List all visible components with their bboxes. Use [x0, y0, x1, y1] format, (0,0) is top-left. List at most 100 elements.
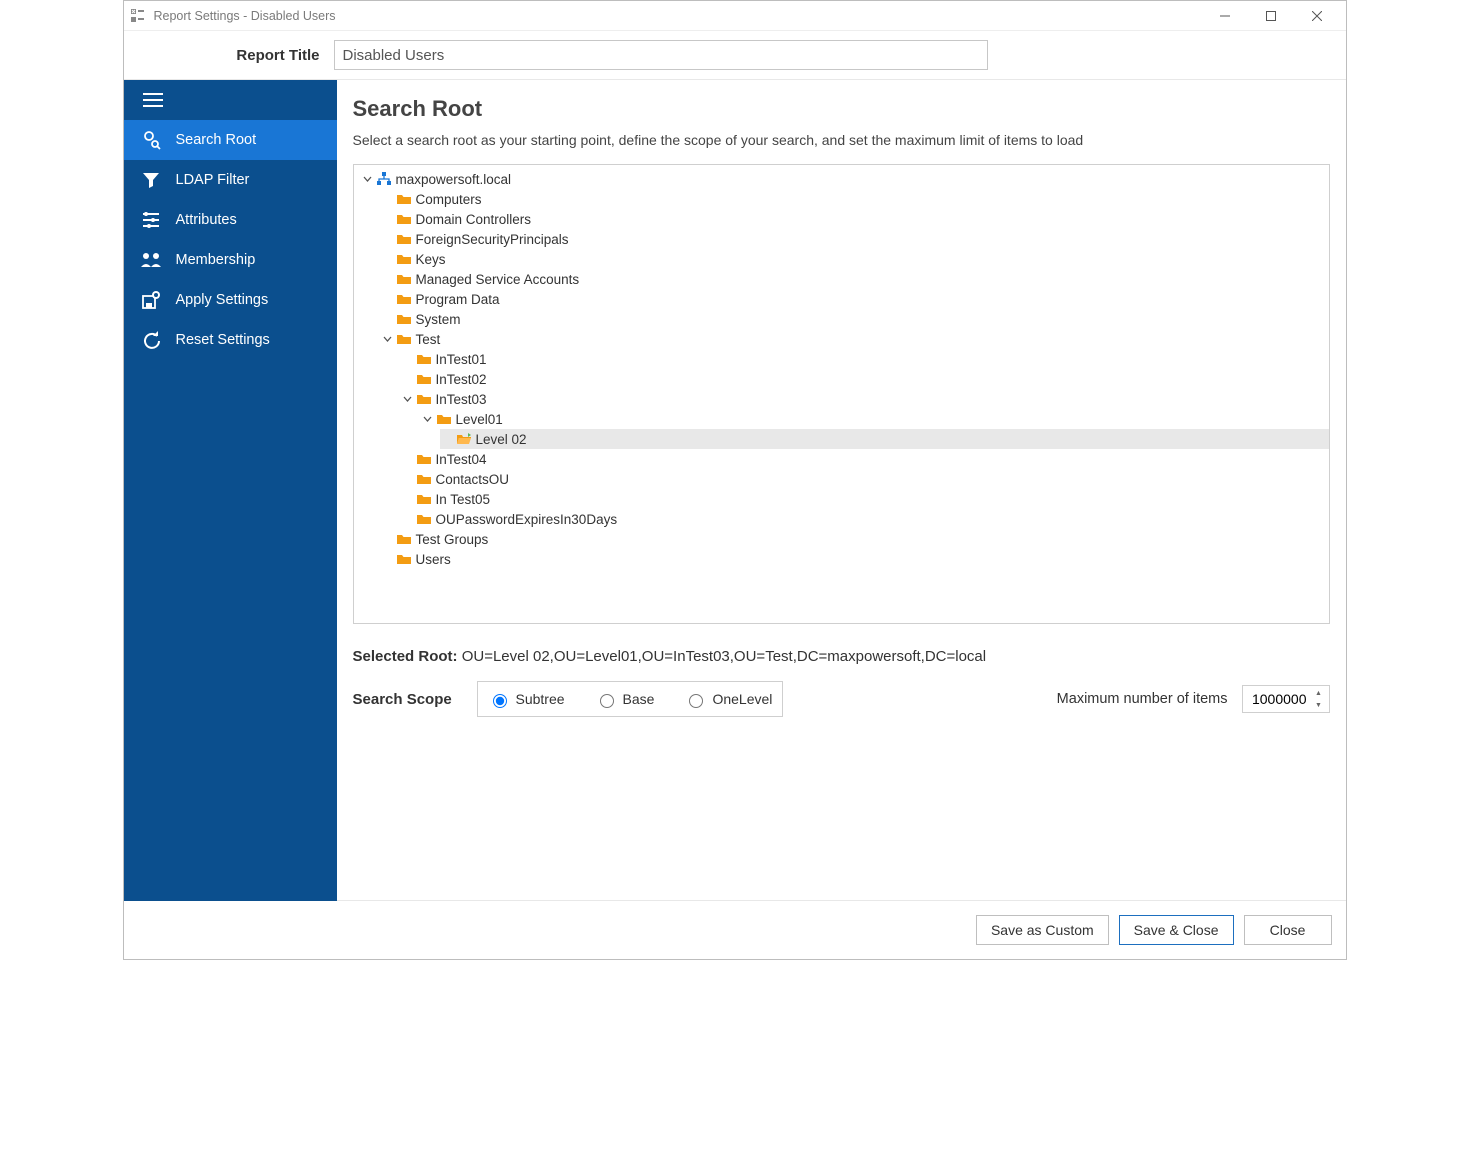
sidebar-item-attributes[interactable]: Attributes — [124, 200, 337, 240]
sidebar-item-search-root[interactable]: Search Root — [124, 120, 337, 160]
tree-node[interactable]: OUPasswordExpiresIn30Days — [400, 509, 1329, 529]
tree-node[interactable]: InTest04 — [400, 449, 1329, 469]
footer: Save as Custom Save & Close Close — [124, 901, 1346, 959]
save-as-custom-button[interactable]: Save as Custom — [976, 915, 1109, 945]
sidebar-item-membership[interactable]: + Membership — [124, 240, 337, 280]
titlebar: Report Settings - Disabled Users — [124, 1, 1346, 31]
tree-node[interactable]: InTest02 — [400, 369, 1329, 389]
tree-node-label: Users — [416, 552, 451, 567]
tree-node-label: ForeignSecurityPrincipals — [416, 232, 569, 247]
chevron-down-icon[interactable] — [360, 171, 376, 187]
tree-node[interactable]: Program Data — [380, 289, 1329, 309]
sidebar-item-label: Membership — [176, 252, 256, 268]
window-controls — [1202, 1, 1340, 31]
membership-icon: + — [140, 249, 162, 271]
chevron-down-icon[interactable] — [400, 391, 416, 407]
tree-node-label: Level 02 — [476, 432, 527, 447]
tree-node[interactable]: Managed Service Accounts — [380, 269, 1329, 289]
tree-node[interactable]: Test — [380, 329, 1329, 349]
tree-node[interactable]: Test Groups — [380, 529, 1329, 549]
tree-node-label: In Test05 — [436, 492, 491, 507]
search-scope-row: Search Scope Subtree Base OneLevel Maxim… — [353, 681, 1330, 735]
tree-node-label: Computers — [416, 192, 482, 207]
sidebar-item-ldap-filter[interactable]: LDAP Filter — [124, 160, 337, 200]
tree-node-label: Program Data — [416, 292, 500, 307]
report-title-row: Report Title — [124, 31, 1346, 80]
selected-root: Selected Root: OU=Level 02,OU=Level01,OU… — [353, 648, 1330, 665]
tree-node-label: ContactsOU — [436, 472, 510, 487]
tree-node-label: Domain Controllers — [416, 212, 532, 227]
tree-node-label: InTest02 — [436, 372, 487, 387]
tree-node-label: Test Groups — [416, 532, 489, 547]
tree-node[interactable]: In Test05 — [400, 489, 1329, 509]
scope-option-base[interactable]: Base — [595, 691, 655, 708]
hamburger-button[interactable] — [124, 80, 337, 120]
reset-icon — [140, 329, 162, 351]
tree-node[interactable]: Users — [380, 549, 1329, 569]
tree-node-label: Level01 — [456, 412, 503, 427]
sidebar: Search Root LDAP Filter Attributes + Mem… — [124, 80, 337, 901]
tree-node[interactable]: Level 02 — [440, 429, 1329, 449]
chevron-down-icon[interactable] — [420, 411, 436, 427]
sidebar-item-label: LDAP Filter — [176, 172, 250, 188]
close-dialog-button[interactable]: Close — [1244, 915, 1332, 945]
scope-radio-base-label: Base — [623, 691, 655, 707]
page-description: Select a search root as your starting po… — [353, 132, 1330, 148]
sidebar-item-reset-settings[interactable]: Reset Settings — [124, 320, 337, 360]
tree-node-label: InTest03 — [436, 392, 487, 407]
tree-node[interactable]: maxpowersoft.local — [360, 169, 1329, 189]
svg-text:+: + — [157, 250, 162, 258]
scope-radio-onelevel[interactable] — [689, 694, 703, 708]
max-items-input[interactable] — [1243, 690, 1311, 708]
apply-icon — [140, 289, 162, 311]
scope-option-onelevel[interactable]: OneLevel — [684, 691, 772, 708]
sidebar-item-label: Reset Settings — [176, 332, 270, 348]
spin-down-icon[interactable]: ▼ — [1311, 699, 1327, 711]
tree-node[interactable]: Keys — [380, 249, 1329, 269]
chevron-down-icon[interactable] — [380, 331, 396, 347]
tree-node-label: OUPasswordExpiresIn30Days — [436, 512, 618, 527]
close-button[interactable] — [1294, 1, 1340, 31]
tree-node-label: maxpowersoft.local — [396, 172, 512, 187]
minimize-button[interactable] — [1202, 1, 1248, 31]
spin-up-icon[interactable]: ▲ — [1311, 687, 1327, 699]
sidebar-item-label: Apply Settings — [176, 292, 269, 308]
max-items-label: Maximum number of items — [1057, 691, 1228, 707]
sidebar-item-apply-settings[interactable]: Apply Settings — [124, 280, 337, 320]
scope-radio-subtree[interactable] — [493, 694, 507, 708]
tree-node-label: InTest04 — [436, 452, 487, 467]
scope-radio-onelevel-label: OneLevel — [712, 691, 772, 707]
sidebar-item-label: Search Root — [176, 132, 257, 148]
save-and-close-button[interactable]: Save & Close — [1119, 915, 1234, 945]
scope-radio-subtree-label: Subtree — [516, 691, 565, 707]
search-scope-label: Search Scope — [353, 691, 463, 708]
tree-node-label: Keys — [416, 252, 446, 267]
max-items-spinbox[interactable]: ▲ ▼ — [1242, 685, 1330, 713]
tree-node[interactable]: Computers — [380, 189, 1329, 209]
scope-radio-base[interactable] — [600, 694, 614, 708]
app-icon — [130, 8, 146, 24]
tree-node[interactable]: ContactsOU — [400, 469, 1329, 489]
search-root-icon — [140, 129, 162, 151]
selected-root-value: OU=Level 02,OU=Level01,OU=InTest03,OU=Te… — [462, 648, 986, 665]
selected-root-label: Selected Root: — [353, 648, 458, 665]
scope-radio-group: Subtree Base OneLevel — [477, 681, 784, 717]
tree-node[interactable]: ForeignSecurityPrincipals — [380, 229, 1329, 249]
tree-node-label: Managed Service Accounts — [416, 272, 580, 287]
page-heading: Search Root — [353, 96, 1330, 122]
tree-node[interactable]: System — [380, 309, 1329, 329]
tree-node[interactable]: InTest03 — [400, 389, 1329, 409]
filter-icon — [140, 169, 162, 191]
report-title-input[interactable] — [334, 40, 988, 70]
directory-tree[interactable]: maxpowersoft.local Computers Domain Contro… — [353, 164, 1330, 624]
main-panel: Search Root Select a search root as your… — [337, 80, 1346, 901]
report-settings-window: Report Settings - Disabled Users Report … — [123, 0, 1347, 960]
tree-node[interactable]: Domain Controllers — [380, 209, 1329, 229]
tree-node-label: InTest01 — [436, 352, 487, 367]
tree-node-label: System — [416, 312, 461, 327]
scope-option-subtree[interactable]: Subtree — [488, 691, 565, 708]
attributes-icon — [140, 209, 162, 231]
tree-node[interactable]: Level01 — [420, 409, 1329, 429]
tree-node[interactable]: InTest01 — [400, 349, 1329, 369]
maximize-button[interactable] — [1248, 1, 1294, 31]
